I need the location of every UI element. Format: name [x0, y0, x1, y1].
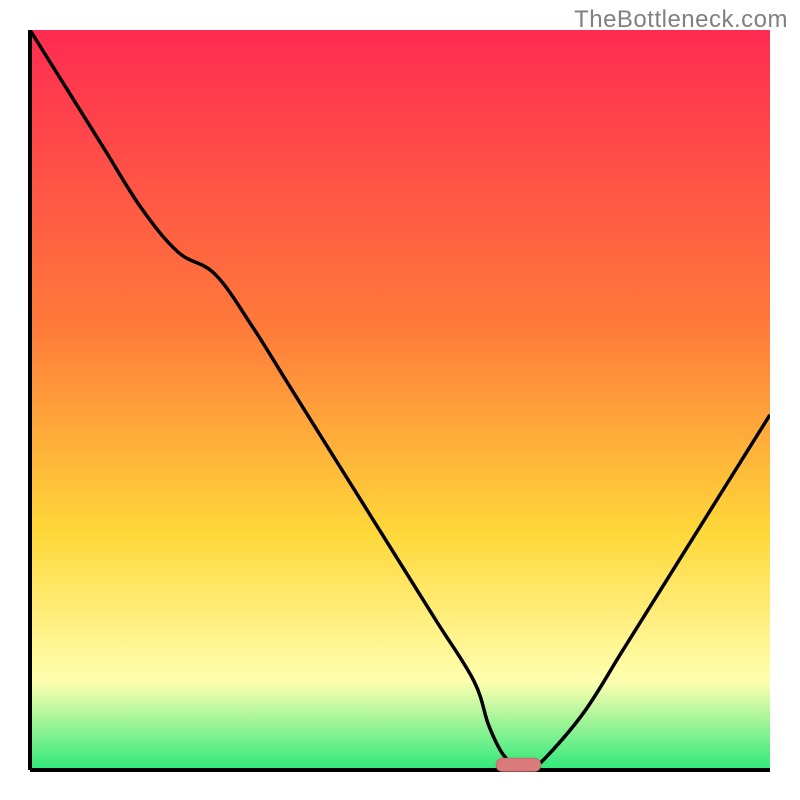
- optimal-point-marker: [496, 758, 540, 771]
- bottleneck-curve-chart: TheBottleneck.com: [0, 0, 800, 800]
- gradient-background: [30, 30, 770, 770]
- chart-svg: [0, 0, 800, 800]
- watermark-label: TheBottleneck.com: [574, 6, 788, 34]
